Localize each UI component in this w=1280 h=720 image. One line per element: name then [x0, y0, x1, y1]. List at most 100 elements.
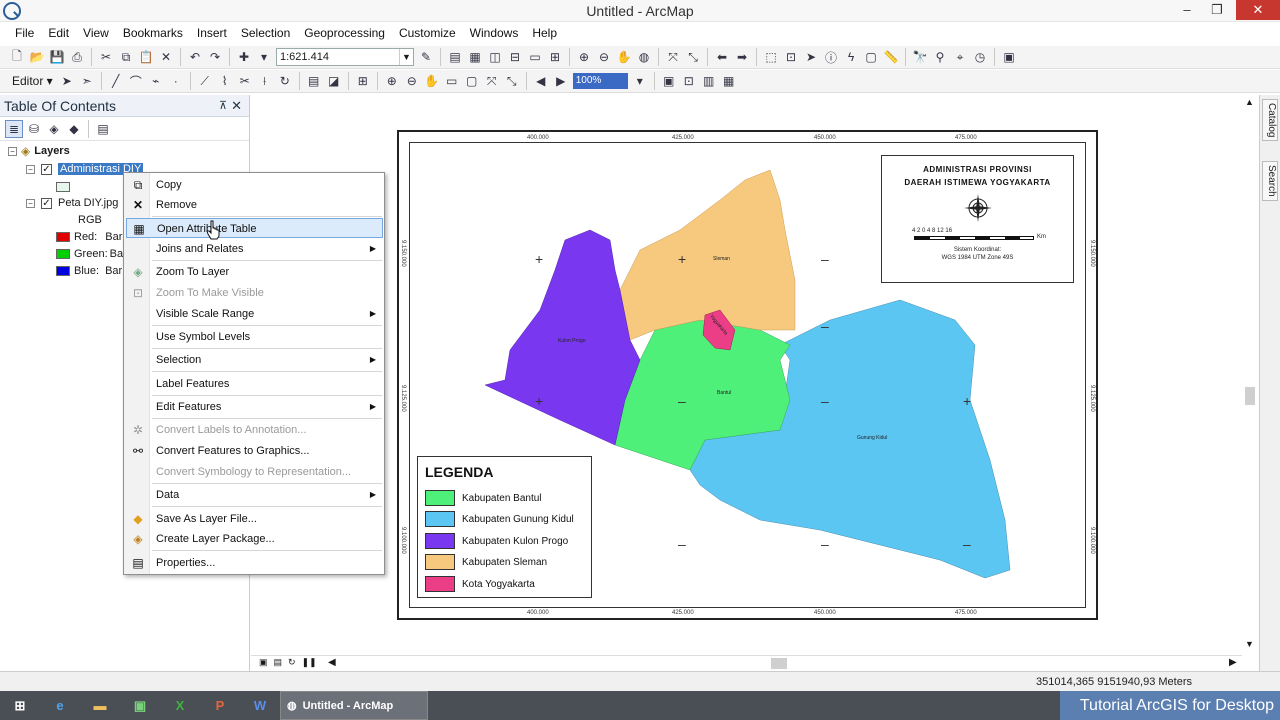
menu-view[interactable]: View [76, 26, 116, 40]
layout-pan-icon[interactable]: ✋ [423, 72, 441, 90]
list-by-drawing-order-icon[interactable]: ≣ [5, 119, 23, 138]
zoom-100-icon[interactable]: ▢ [463, 72, 481, 90]
layer-visibility-checkbox[interactable]: ✓ [41, 197, 52, 209]
split-icon[interactable]: ⟊ [256, 72, 274, 90]
menu-item-data[interactable]: Data ▶ [126, 485, 383, 505]
polygon-symbol-swatch[interactable] [56, 182, 70, 192]
layers-row[interactable]: − ◈ Layers [8, 143, 70, 159]
menu-item-convert-labels[interactable]: ✲ Convert Labels to Annotation... [126, 420, 383, 440]
html-popup-icon[interactable]: ▢ [862, 48, 880, 66]
layout-zoom-in-icon[interactable]: ⊕ [383, 72, 401, 90]
menu-item-label-features[interactable]: Label Features [126, 374, 383, 394]
add-data-icon[interactable]: ✚ [235, 48, 253, 66]
zoom-out-icon[interactable]: ⊖ [595, 48, 613, 66]
fixed-zoom-out-icon[interactable]: ⤡ [684, 48, 702, 66]
scroll-left-icon[interactable]: ◀ [328, 657, 336, 668]
rotate-icon[interactable]: ↻ [276, 72, 294, 90]
focus-data-frame-icon[interactable]: ⊡ [680, 72, 698, 90]
menu-item-edit-features[interactable]: Edit Features ▶ [126, 397, 383, 417]
menu-file[interactable]: File [8, 26, 41, 40]
layout-zoom-out-icon[interactable]: ⊖ [403, 72, 421, 90]
menu-bookmarks[interactable]: Bookmarks [116, 26, 190, 40]
edit-vertices-icon[interactable]: ⟋ [196, 72, 214, 90]
zoom-percent-combobox[interactable]: 100% [572, 73, 628, 89]
select-features-icon[interactable]: ⬚ [762, 48, 780, 66]
search-window-icon[interactable]: ◫ [486, 48, 504, 66]
measure-icon[interactable]: 📏 [882, 48, 900, 66]
excel-icon[interactable]: X [160, 691, 200, 720]
create-features-icon[interactable]: ⊞ [354, 72, 372, 90]
menu-customize[interactable]: Customize [392, 26, 463, 40]
menu-item-remove[interactable]: ✕ Remove [126, 195, 383, 215]
minimize-button[interactable]: – [1174, 0, 1200, 20]
go-to-xy-icon[interactable]: ⌖ [951, 48, 969, 66]
print-icon[interactable]: ⎙ [68, 48, 86, 66]
redo-icon[interactable]: ↷ [206, 48, 224, 66]
menu-item-create-layer-package[interactable]: ◈ Create Layer Package... [126, 529, 383, 549]
editor-toolbar-icon[interactable]: ✎ [417, 48, 435, 66]
green-swatch[interactable] [56, 249, 70, 259]
menu-selection[interactable]: Selection [234, 26, 297, 40]
identify-icon[interactable]: ⓘ [822, 48, 840, 66]
scroll-up-icon[interactable]: ▲ [1245, 97, 1254, 107]
data-driven-pages-icon[interactable]: ▦ [720, 72, 738, 90]
clear-selection-icon[interactable]: ⊡ [782, 48, 800, 66]
arctoolbox-icon[interactable]: ⊟ [506, 48, 524, 66]
refresh-icon[interactable]: ↻ [288, 657, 296, 670]
project-icon[interactable]: ▣ [120, 691, 160, 720]
powerpoint-icon[interactable]: P [200, 691, 240, 720]
menu-item-save-as-layer-file[interactable]: ◆ Save As Layer File... [126, 509, 383, 529]
data-view-icon[interactable]: ▣ [259, 657, 268, 670]
editor-menu-button[interactable]: Editor ▾ [8, 74, 57, 88]
menu-item-joins-relates[interactable]: Joins and Relates ▶ [126, 239, 383, 259]
file-explorer-icon[interactable]: ▬ [80, 691, 120, 720]
time-slider-icon[interactable]: ◷ [971, 48, 989, 66]
list-by-visibility-icon[interactable]: ◈ [45, 120, 63, 138]
fixed-zoom-out-layout-icon[interactable]: ⤡ [503, 72, 521, 90]
previous-extent-icon[interactable]: ◀ [532, 72, 550, 90]
list-by-source-icon[interactable]: ⛁ [25, 120, 43, 138]
find-route-icon[interactable]: ⚲ [931, 48, 949, 66]
paste-icon[interactable]: 📋 [137, 48, 155, 66]
add-data-dropdown-icon[interactable]: ▾ [255, 48, 273, 66]
endpoint-arc-icon[interactable]: ⌒ [127, 72, 145, 90]
menu-item-visible-scale-range[interactable]: Visible Scale Range ▶ [126, 304, 383, 324]
layer-row-peta[interactable]: − ✓ Peta DIY.jpg [26, 195, 118, 211]
model-builder-icon[interactable]: ⊞ [546, 48, 564, 66]
menu-item-convert-symbology[interactable]: Convert Symbology to Representation... [126, 462, 383, 482]
create-viewer-icon[interactable]: ▣ [1000, 48, 1018, 66]
menu-item-selection[interactable]: Selection ▶ [126, 350, 383, 370]
toggle-draft-mode-icon[interactable]: ▣ [660, 72, 678, 90]
fixed-zoom-in-layout-icon[interactable]: ⤧ [483, 72, 501, 90]
zoom-whole-page-icon[interactable]: ▭ [443, 72, 461, 90]
map-scale-combobox[interactable]: 1:621.414 ▼ [276, 48, 414, 66]
word-icon[interactable]: W [240, 691, 280, 720]
close-button[interactable]: ✕ [1236, 0, 1280, 20]
red-swatch[interactable] [56, 232, 70, 242]
layout-view-icon[interactable]: ▤ [274, 657, 283, 670]
vertical-scroll-thumb[interactable] [1245, 387, 1255, 405]
undo-icon[interactable]: ↶ [186, 48, 204, 66]
menu-windows[interactable]: Windows [463, 26, 526, 40]
internet-explorer-icon[interactable]: e [40, 691, 80, 720]
trace-icon[interactable]: ⌁ [147, 72, 165, 90]
hyperlink-icon[interactable]: ϟ [842, 48, 860, 66]
full-extent-icon[interactable]: ◍ [635, 48, 653, 66]
table-of-contents-icon[interactable]: ▤ [446, 48, 464, 66]
copy-icon[interactable]: ⧉ [117, 48, 135, 66]
restore-button[interactable]: ❐ [1204, 0, 1230, 20]
open-icon[interactable]: 📂 [28, 48, 46, 66]
zoom-dropdown-icon[interactable]: ▾ [631, 72, 649, 90]
menu-item-convert-features[interactable]: ⚯ Convert Features to Graphics... [126, 441, 383, 461]
collapse-icon[interactable]: − [26, 164, 35, 174]
menu-item-copy[interactable]: ⧉ Copy [126, 175, 383, 195]
taskbar-arcmap[interactable]: ◍ Untitled - ArcMap [280, 691, 428, 720]
cut-icon[interactable]: ✂ [97, 48, 115, 66]
horizontal-scrollbar[interactable]: ▣ ▤ ↻ ❚❚ ◀ ▶ [251, 655, 1242, 671]
find-icon[interactable]: 🔭 [911, 48, 929, 66]
horizontal-scroll-thumb[interactable] [771, 658, 787, 669]
layer-visibility-checkbox[interactable]: ✓ [41, 163, 52, 175]
save-icon[interactable]: 💾 [48, 48, 66, 66]
straight-segment-icon[interactable]: ╱ [107, 72, 125, 90]
windows-start-icon[interactable]: ⊞ [0, 691, 40, 720]
